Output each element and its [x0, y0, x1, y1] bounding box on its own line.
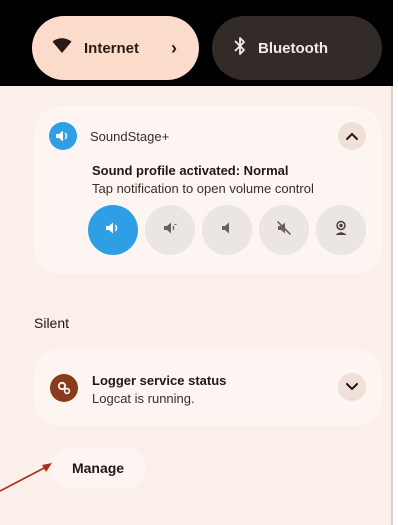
notification-text: Logcat is running.: [92, 391, 195, 406]
volume-min-icon: [220, 221, 234, 240]
volume-low-icon: [162, 220, 178, 241]
internet-tile[interactable]: Internet ›: [32, 16, 199, 80]
internet-tile-label: Internet: [84, 39, 140, 57]
bluetooth-tile[interactable]: Bluetooth: [212, 16, 382, 80]
volume-mute-icon: [276, 220, 292, 241]
soundstage-notification[interactable]: SoundStage+ Sound profile activated: Nor…: [34, 106, 382, 274]
custom-profile-button[interactable]: [316, 205, 366, 255]
gears-icon: [50, 374, 78, 402]
quick-settings-bar: Internet › Bluetooth: [0, 0, 393, 86]
bluetooth-icon: [234, 36, 246, 61]
app-name: SoundStage+: [90, 129, 170, 144]
normal-profile-button[interactable]: [88, 205, 138, 255]
volume-icon: [49, 122, 77, 150]
manage-button[interactable]: Manage: [50, 447, 146, 489]
wifi-icon: [52, 37, 72, 59]
low-volume-profile-button[interactable]: [145, 205, 195, 255]
logger-notification[interactable]: Logger service status Logcat is running.: [34, 348, 382, 426]
chevron-right-icon: ›: [171, 37, 177, 58]
notification-text: Tap notification to open volume control: [92, 181, 314, 196]
notification-title: Sound profile activated: Normal: [92, 163, 289, 178]
mute-profile-button[interactable]: [259, 205, 309, 255]
volume-full-icon: [105, 221, 121, 240]
quiet-profile-button[interactable]: [202, 205, 252, 255]
silent-section-label: Silent: [34, 315, 70, 331]
person-icon: [333, 220, 349, 241]
notification-title: Logger service status: [92, 373, 227, 388]
expand-button[interactable]: [338, 373, 366, 401]
collapse-button[interactable]: [338, 122, 366, 150]
notification-shade: Internet › Bluetooth SoundStage+ Sound p…: [0, 0, 393, 525]
bluetooth-tile-label: Bluetooth: [258, 39, 328, 57]
chevron-up-icon: [346, 127, 358, 145]
chevron-down-icon: [346, 378, 358, 396]
